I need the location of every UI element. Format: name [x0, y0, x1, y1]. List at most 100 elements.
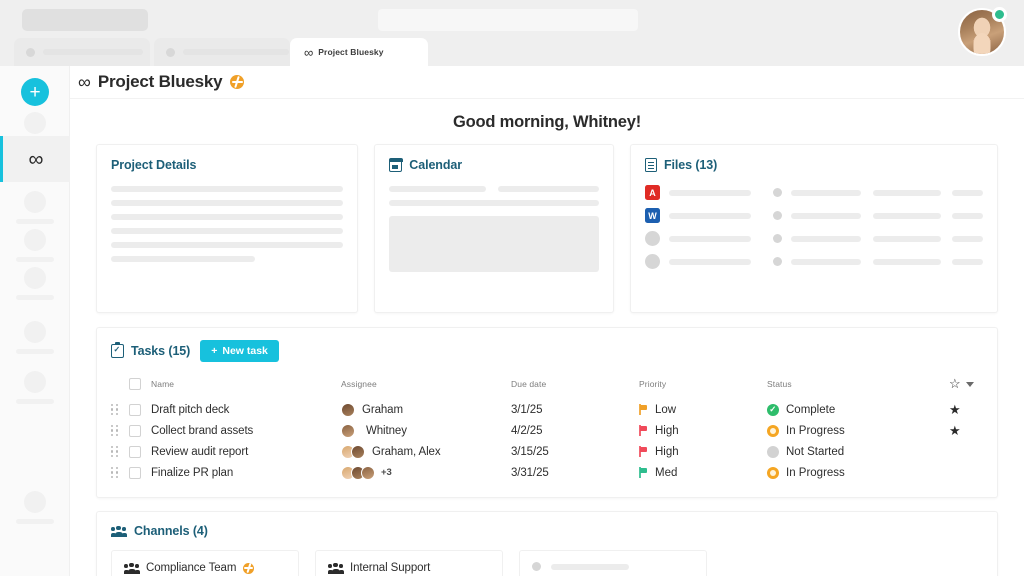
select-all-cell[interactable] [129, 378, 151, 390]
skeleton-dot [773, 211, 782, 220]
calendar-card[interactable]: Calendar [374, 144, 614, 313]
avatar [361, 466, 375, 480]
skeleton-line [791, 213, 861, 219]
flag-icon [639, 404, 648, 415]
task-priority: High [639, 446, 767, 458]
skeleton-line [873, 259, 941, 265]
priority-label: High [655, 446, 679, 458]
task-priority: Low [639, 404, 767, 416]
task-star-cell[interactable]: ★ [949, 422, 983, 440]
browser-tab-active[interactable]: ∞ Project Bluesky [290, 38, 428, 66]
channel-card-compliance-team[interactable]: Compliance Team W Audit Report [111, 550, 299, 576]
file-row[interactable] [645, 254, 983, 269]
channel-title-row: Internal Support [328, 562, 490, 574]
avatar[interactable] [958, 8, 1006, 56]
people-icon [124, 563, 139, 574]
row-select-cell[interactable] [129, 446, 151, 458]
channel-card-placeholder[interactable] [519, 550, 707, 576]
column-header-status[interactable]: Status [767, 379, 949, 389]
table-row[interactable]: Review audit report Graham, Alex 3/15/25 [111, 442, 983, 463]
table-row[interactable]: Collect brand assets Whitney 4/2/25 [111, 421, 983, 442]
star-filled-icon[interactable]: ★ [949, 423, 961, 438]
row-checkbox[interactable] [129, 404, 141, 416]
status-label: Not Started [786, 446, 844, 458]
people-icon [111, 526, 126, 537]
files-label: Files (13) [664, 158, 717, 172]
sidebar-item-placeholder-6[interactable] [0, 371, 70, 404]
browser-url-bar[interactable] [378, 9, 638, 31]
browser-tab-2[interactable] [154, 38, 290, 66]
column-header-due-date[interactable]: Due date [511, 379, 639, 389]
files-title: Files (13) [645, 158, 983, 172]
star-filled-icon[interactable]: ★ [949, 402, 961, 417]
skeleton-line [791, 190, 861, 196]
column-header-name[interactable]: Name [151, 379, 341, 389]
browser-toolbar [0, 0, 1024, 38]
row-checkbox[interactable] [129, 467, 141, 479]
star-outline-icon[interactable]: ☆ [949, 376, 961, 391]
drag-handle-cell[interactable] [111, 425, 129, 436]
row-checkbox[interactable] [129, 446, 141, 458]
column-header-priority[interactable]: Priority [639, 379, 767, 389]
file-row[interactable] [645, 231, 983, 246]
new-task-label: New task [222, 345, 268, 357]
channel-title-row [532, 562, 694, 571]
skeleton-line [669, 213, 751, 219]
skeleton-line [111, 214, 343, 220]
status-badge [992, 7, 1007, 22]
status-in-progress-icon [767, 425, 779, 437]
file-row[interactable]: W [645, 208, 983, 223]
row-select-cell[interactable] [129, 404, 151, 416]
skeleton-line [669, 236, 751, 242]
sidebar-item-placeholder-5[interactable] [0, 321, 70, 354]
new-task-button[interactable]: + New task [200, 340, 279, 362]
drag-handle-icon[interactable] [111, 446, 120, 457]
browser-nav-controls[interactable] [22, 9, 148, 31]
files-card[interactable]: Files (13) A W [630, 144, 998, 313]
sidebar-item-placeholder-7[interactable] [0, 491, 70, 524]
drag-handle-icon[interactable] [111, 467, 120, 478]
add-button[interactable]: + [21, 78, 49, 106]
assignee-avatars: Graham [341, 403, 511, 417]
drag-handle-icon[interactable] [111, 425, 120, 436]
app-body: + ∞ [0, 66, 1024, 576]
task-name: Finalize PR plan [151, 467, 341, 479]
task-star-cell[interactable]: ★ [949, 401, 983, 419]
drag-handle-cell[interactable] [111, 467, 129, 478]
skeleton-dot [773, 257, 782, 266]
pdf-icon: A [645, 185, 660, 200]
sidebar-item-placeholder-4[interactable] [0, 267, 70, 300]
file-icon-placeholder [645, 231, 660, 246]
drag-handle-cell[interactable] [111, 404, 129, 415]
skeleton-line [669, 190, 751, 196]
row-checkbox[interactable] [129, 425, 141, 437]
column-header-assignee[interactable]: Assignee [341, 379, 511, 389]
table-row[interactable]: Finalize PR plan +3 3/31/25 [111, 463, 983, 484]
sidebar-item-placeholder-3[interactable] [0, 229, 70, 262]
column-header-star[interactable]: ☆ [949, 375, 983, 393]
drag-handle-icon[interactable] [111, 404, 120, 415]
assignee-overflow-count[interactable]: +3 [381, 467, 392, 478]
skeleton-dot [773, 234, 782, 243]
row-select-cell[interactable] [129, 425, 151, 437]
calendar-label: Calendar [409, 158, 462, 172]
sidebar-item-placeholder-2[interactable] [0, 191, 70, 224]
table-row[interactable]: Draft pitch deck Graham 3/1/25 [111, 400, 983, 421]
project-details-card[interactable]: Project Details [96, 144, 358, 313]
sidebar-label-placeholder [16, 519, 54, 524]
browser-tab-1[interactable] [14, 38, 150, 66]
task-assignee: Graham [341, 403, 511, 417]
row-select-cell[interactable] [129, 467, 151, 479]
channel-card-internal-support[interactable]: Internal Support [315, 550, 503, 576]
skeleton-line [873, 236, 941, 242]
tab-title: Project Bluesky [318, 47, 383, 57]
select-all-checkbox[interactable] [129, 378, 141, 390]
chevron-down-icon[interactable] [966, 382, 974, 387]
sidebar-item-project-bluesky[interactable]: ∞ [0, 136, 70, 182]
skeleton-line [791, 259, 861, 265]
avatar [341, 424, 355, 438]
channels-label: Channels (4) [134, 524, 208, 538]
file-row[interactable]: A [645, 185, 983, 200]
drag-handle-cell[interactable] [111, 446, 129, 457]
people-icon [328, 563, 343, 574]
